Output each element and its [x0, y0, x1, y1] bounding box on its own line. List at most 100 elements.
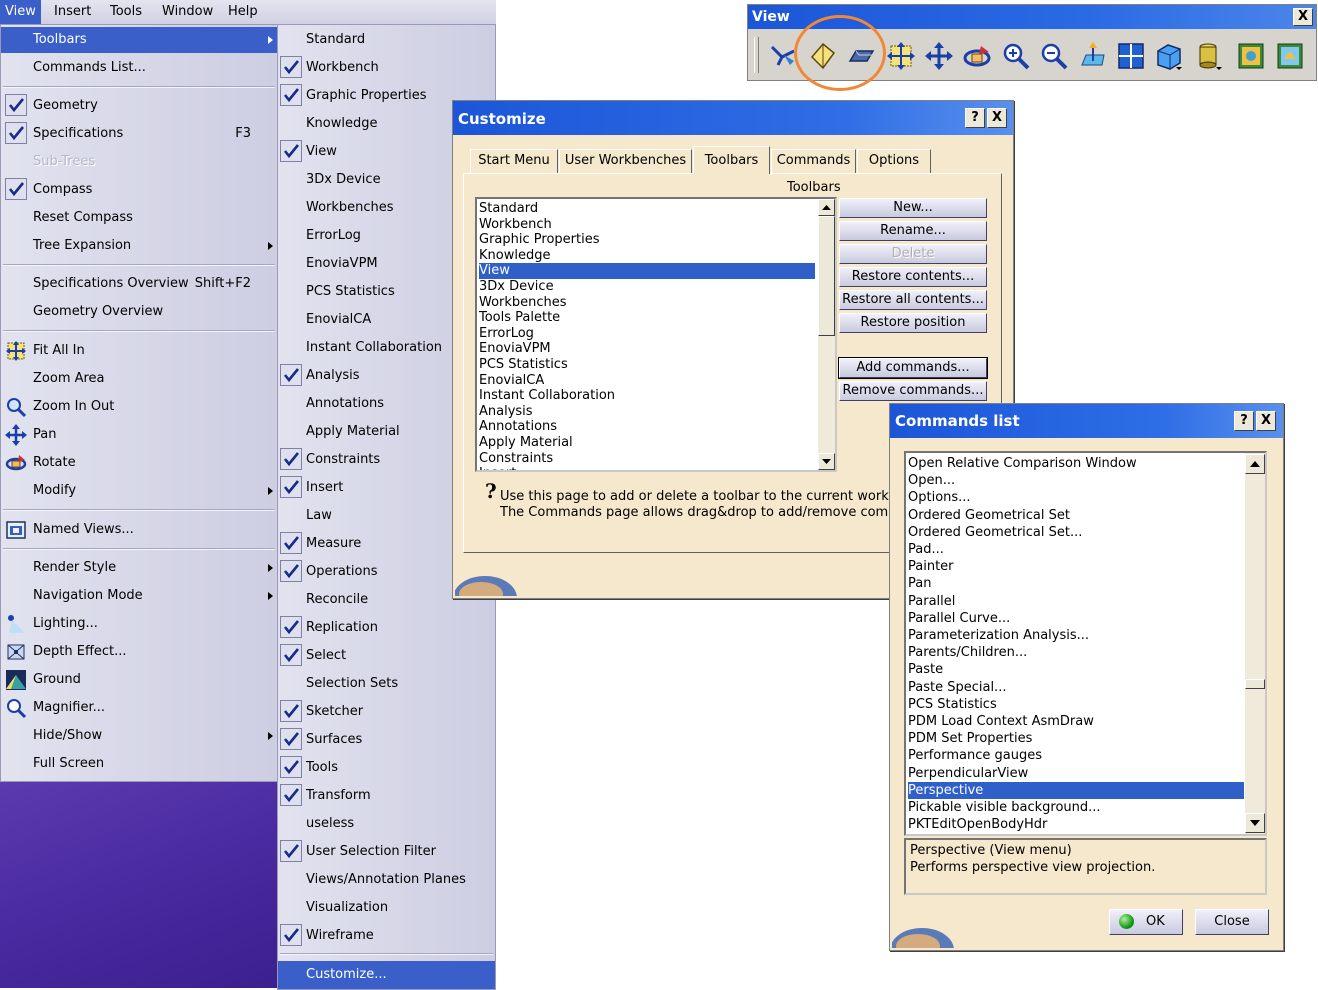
menu-tools[interactable]: Tools	[110, 4, 142, 19]
iso-view-icon[interactable]	[1154, 41, 1184, 71]
restore-all-contents-button[interactable]: Restore all contents...	[839, 290, 987, 310]
list-item[interactable]: 3Dx Device	[479, 279, 815, 295]
restore-position-button[interactable]: Restore position	[839, 313, 987, 333]
menu-insert[interactable]: Insert	[54, 4, 91, 19]
list-item[interactable]: EnoviaVPM	[479, 341, 815, 357]
toolbar-toggle-item[interactable]: Surfaces	[278, 727, 495, 753]
menu-item-navigation-mode[interactable]: Navigation Mode	[1, 583, 277, 609]
menu-item-rotate[interactable]: Rotate	[1, 450, 277, 476]
swap-visible-space-icon[interactable]	[1275, 41, 1305, 71]
close-button[interactable]: X	[987, 108, 1007, 128]
toolbar-toggle-item[interactable]: Select	[278, 643, 495, 669]
toolbar-toggle-item[interactable]: Standard	[278, 27, 495, 53]
list-item[interactable]: Parallel Curve...	[908, 610, 1244, 627]
list-item[interactable]: Paste	[908, 661, 1244, 678]
list-item[interactable]: Graphic Properties	[479, 232, 815, 248]
menu-help[interactable]: Help	[228, 4, 258, 19]
menu-item-named-views[interactable]: Named Views...	[1, 517, 277, 543]
toolbars-list[interactable]: Standard Workbench Graphic Properties Knowl…	[475, 197, 837, 472]
list-item[interactable]: View	[479, 263, 815, 280]
list-item[interactable]: Parallel	[908, 593, 1244, 610]
list-item[interactable]: ErrorLog	[479, 326, 815, 342]
scroll-up-button[interactable]	[818, 199, 835, 216]
list-item[interactable]: Options...	[908, 489, 1244, 506]
toolbar-grip[interactable]	[754, 37, 759, 73]
list-item[interactable]: Pan	[908, 575, 1244, 592]
list-item[interactable]: Ordered Geometrical Set...	[908, 524, 1244, 541]
list-item[interactable]: Paste Special...	[908, 679, 1244, 696]
toolbar-toggle-item[interactable]: Sketcher	[278, 699, 495, 725]
list-item[interactable]: Instant Collaboration	[479, 388, 815, 404]
hide-show-icon[interactable]	[1236, 41, 1266, 71]
toolbar-toggle-item[interactable]: Wireframe	[278, 923, 495, 949]
vertical-scrollbar[interactable]	[818, 199, 835, 470]
toolbar-toggle-item[interactable]: Views/Annotation Planes	[278, 867, 495, 893]
toolbar-toggle-item[interactable]: Tools	[278, 755, 495, 781]
list-item[interactable]: Open...	[908, 472, 1244, 489]
list-item[interactable]: Apply Material	[479, 435, 815, 451]
restore-contents-button[interactable]: Restore contents...	[839, 267, 987, 287]
list-item[interactable]: PCS Statistics	[908, 696, 1244, 713]
render-style-icon[interactable]	[1194, 41, 1224, 71]
list-item[interactable]: Insert	[479, 466, 815, 470]
menu-item-tree-expansion[interactable]: Tree Expansion	[1, 233, 277, 259]
toolbar-toggle-item[interactable]: User Selection Filter	[278, 839, 495, 865]
list-item[interactable]: PerpendicularView	[908, 765, 1244, 782]
pan-icon[interactable]	[924, 41, 954, 71]
remove-commands-button[interactable]: Remove commands...	[839, 381, 987, 401]
menu-item-ground[interactable]: Ground	[1, 667, 277, 693]
list-item[interactable]: PDM Load Context AsmDraw	[908, 713, 1244, 730]
list-item[interactable]: Open Relative Comparison Window	[908, 455, 1244, 472]
close-button[interactable]: X	[1293, 8, 1313, 26]
list-item[interactable]: EnovialCA	[479, 373, 815, 389]
zoom-out-icon[interactable]	[1039, 41, 1069, 71]
list-item[interactable]: Perspective	[908, 781, 1244, 799]
list-item[interactable]: Knowledge	[479, 248, 815, 264]
menu-item-reset-compass[interactable]: Reset Compass	[1, 205, 277, 231]
scroll-down-button[interactable]	[1245, 813, 1265, 833]
menu-item-pan[interactable]: Pan	[1, 422, 277, 448]
list-item[interactable]: Standard	[479, 201, 815, 217]
toolbar-toggle-item[interactable]: Visualization	[278, 895, 495, 921]
list-item[interactable]: PCS Statistics	[479, 357, 815, 373]
menu-item-zoom-area[interactable]: Zoom Area	[1, 366, 277, 392]
menu-item-hide-show[interactable]: Hide/Show	[1, 723, 277, 749]
menu-item-commands-list[interactable]: Commands List...	[1, 55, 277, 81]
toolbar-toggle-item[interactable]: useless	[278, 811, 495, 837]
menu-item-lighting[interactable]: Lighting...	[1, 611, 277, 637]
new-button[interactable]: New...	[839, 198, 987, 218]
menu-item-render-style[interactable]: Render Style	[1, 555, 277, 581]
commands-list[interactable]: Open Relative Comparison Window Open... Op…	[904, 451, 1267, 836]
add-commands-button[interactable]: Add commands...	[838, 357, 988, 379]
menu-view[interactable]: View	[0, 0, 41, 24]
list-item[interactable]: Parameterization Analysis...	[908, 627, 1244, 644]
multi-view-icon[interactable]	[1116, 41, 1146, 71]
help-button[interactable]: ?	[1234, 411, 1254, 431]
normal-view-icon[interactable]	[1078, 41, 1108, 71]
list-item[interactable]: PDM Set Properties	[908, 730, 1244, 747]
list-item[interactable]: Annotations	[479, 419, 815, 435]
list-item[interactable]: Performance gauges	[908, 747, 1244, 764]
toolbar-toggle-item[interactable]: Transform	[278, 783, 495, 809]
menu-item-depth-effect[interactable]: Depth Effect...	[1, 639, 277, 665]
ok-button[interactable]: OK	[1109, 909, 1183, 935]
tab-options[interactable]: Options	[857, 149, 931, 173]
list-item[interactable]: Workbenches	[479, 295, 815, 311]
toolbar-toggle-item[interactable]: Workbench	[278, 55, 495, 81]
menu-item-specifications-overview[interactable]: Specifications Overview Shift+F2	[1, 271, 277, 297]
close-dialog-button[interactable]: Close	[1195, 909, 1269, 935]
tab-toolbars[interactable]: Toolbars	[693, 146, 770, 174]
list-item[interactable]: Tools Palette	[479, 310, 815, 326]
dialog-title-bar[interactable]: Customize ? X	[453, 101, 1013, 135]
tab-commands[interactable]: Commands	[771, 149, 856, 173]
zoom-in-icon[interactable]	[1001, 41, 1031, 71]
menu-item-specifications[interactable]: Specifications F3	[1, 121, 277, 147]
menu-item-compass[interactable]: Compass	[1, 177, 277, 203]
toolbar-toggle-item[interactable]: Selection Sets	[278, 671, 495, 697]
list-item[interactable]: Analysis	[479, 404, 815, 420]
list-item[interactable]: Ordered Geometrical Set	[908, 507, 1244, 524]
scroll-thumb[interactable]	[1245, 679, 1265, 689]
list-item[interactable]: Pad...	[908, 541, 1244, 558]
menu-item-toolbars[interactable]: Toolbars	[1, 27, 277, 53]
list-item[interactable]: PKTEditOpenBodyHdr	[908, 816, 1244, 833]
